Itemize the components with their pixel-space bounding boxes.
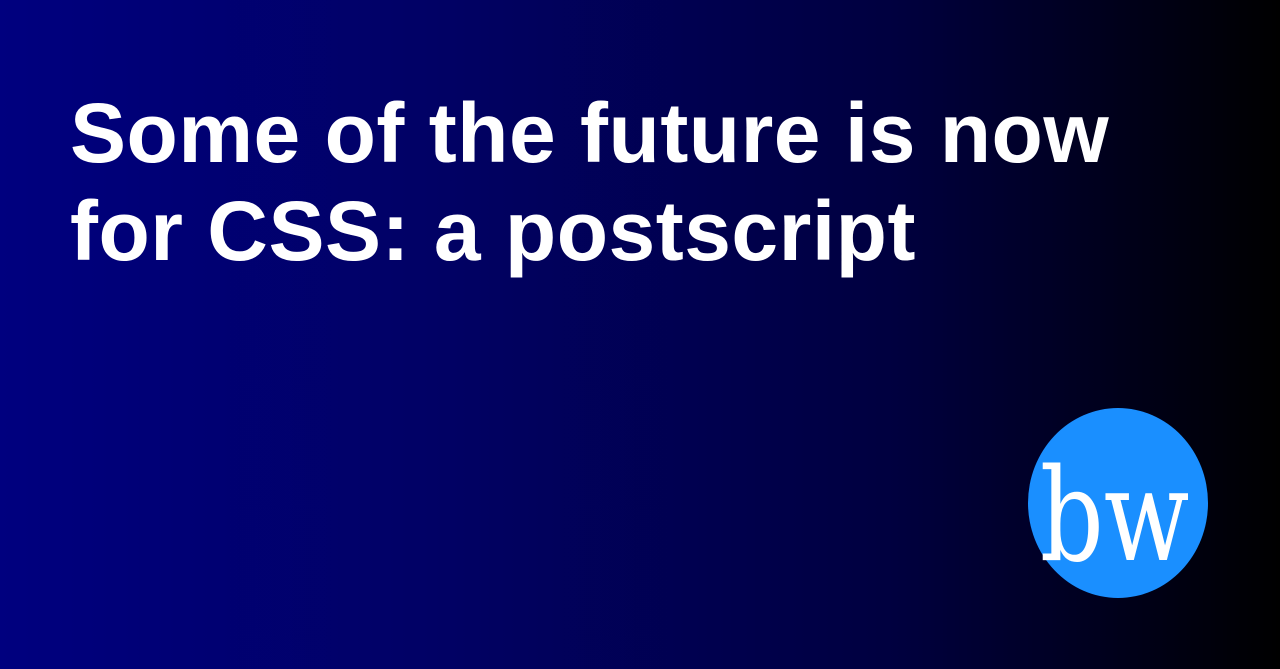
logo-text: bw: [1040, 442, 1189, 591]
bw-logo-icon: bw: [1028, 408, 1208, 598]
bw-logo: bw: [1028, 408, 1208, 598]
page-title: Some of the future is now for CSS: a pos…: [70, 86, 1110, 278]
social-card: Some of the future is now for CSS: a pos…: [0, 0, 1280, 669]
